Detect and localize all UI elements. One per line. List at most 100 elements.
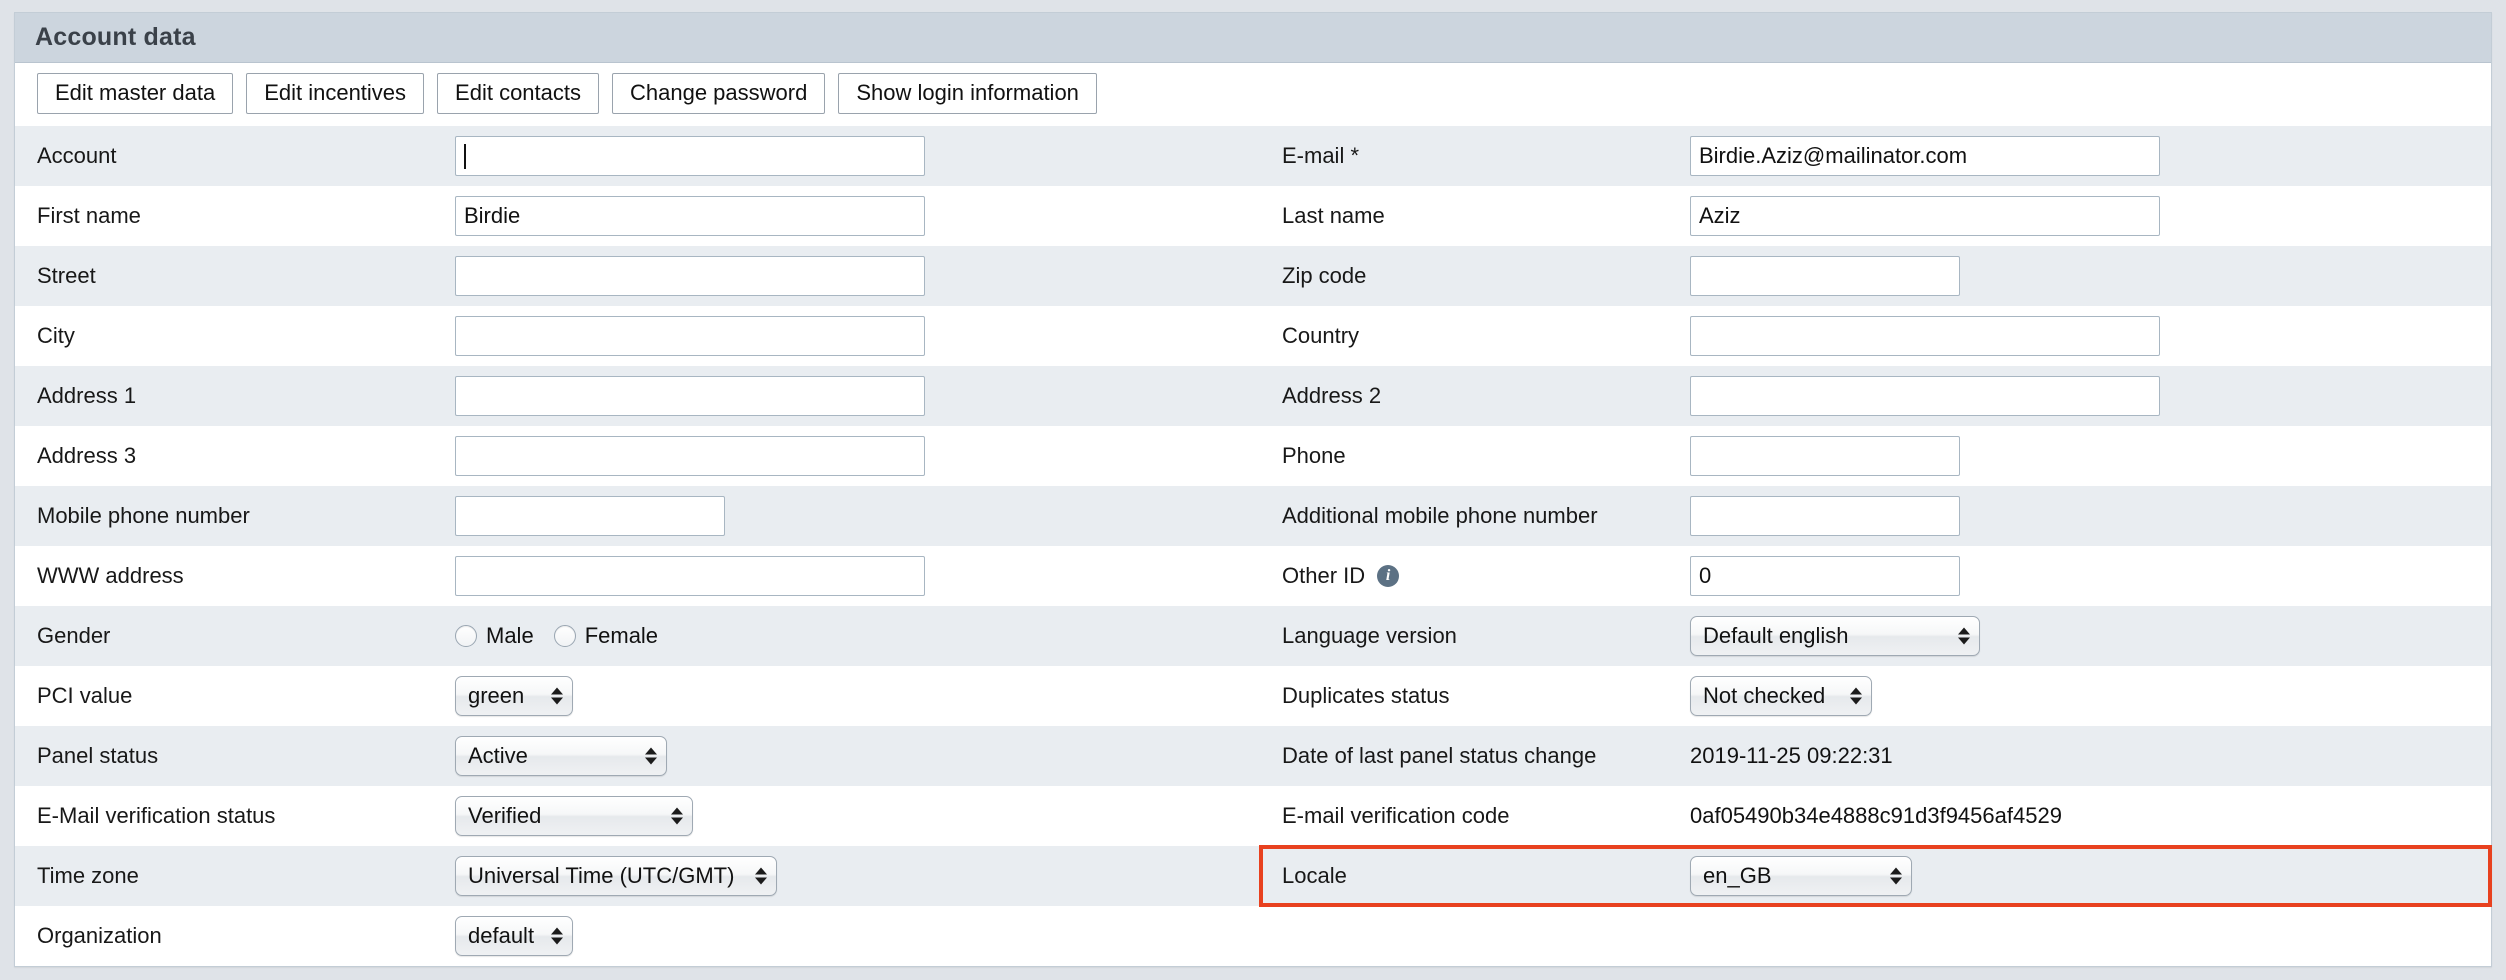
locale-select[interactable]: en_GB [1690,856,1912,897]
address-1-input[interactable] [455,376,925,417]
additional-mobile-phone-label-cell: Additional mobile phone number [1260,486,1690,546]
additional-mobile-phone-input[interactable] [1690,496,1960,537]
street-input[interactable] [455,256,925,297]
email-verification-status-select[interactable]: Verified [455,796,693,837]
email-verification-code-label-cell: E-mail verification code [1260,786,1690,846]
language-version-field-cell: Default english [1690,606,2491,666]
country-field-cell [1690,306,2491,366]
other-id-field-cell [1690,546,2491,606]
page-root: Account data Edit master data Edit incen… [0,0,2506,980]
date-last-panel-status-change-label: Date of last panel status change [1282,743,1597,769]
gender-radio-group: Male Female [455,623,658,649]
phone-label: Phone [1282,443,1346,469]
country-label-cell: Country [1260,306,1690,366]
time-zone-select[interactable]: Universal Time (UTC/GMT) [455,856,777,897]
www-address-label-cell: WWW address [15,546,455,606]
address-1-label-cell: Address 1 [15,366,455,426]
gender-option-male[interactable]: Male [455,623,534,649]
page-title: Account data [35,23,196,51]
address-2-field-cell [1690,366,2491,426]
chevron-updown-icon [551,927,563,945]
last-name-input[interactable] [1690,196,2160,237]
first-name-input[interactable] [455,196,925,237]
chevron-updown-icon [755,867,767,885]
address-2-input[interactable] [1690,376,2160,417]
panel-header: Account data [15,13,2491,63]
pci-value-field-cell: green [455,666,1260,726]
www-address-label: WWW address [37,563,184,589]
duplicates-status-label: Duplicates status [1282,683,1450,709]
other-id-label: Other ID [1282,563,1366,589]
language-version-select[interactable]: Default english [1690,616,1980,657]
zip-code-input[interactable] [1690,256,1960,297]
country-input[interactable] [1690,316,2160,357]
address-1-label: Address 1 [37,383,137,409]
form-row-email-verification: E-Mail verification status Verified E-ma… [15,786,2491,847]
other-id-label-cell: Other ID i [1260,546,1690,606]
email-verification-status-label-cell: E-Mail verification status [15,786,455,846]
account-input-wrap [455,136,925,177]
last-name-field-cell [1690,186,2491,246]
show-login-information-button[interactable]: Show login information [838,73,1097,115]
form-row-address3-phone: Address 3 Phone [15,426,2491,487]
info-icon[interactable]: i [1377,565,1400,588]
email-input[interactable] [1690,136,2160,177]
city-field-cell [455,306,1260,366]
form-row-city-country: City Country [15,306,2491,367]
last-name-label-cell: Last name [1260,186,1690,246]
city-input[interactable] [455,316,925,357]
mobile-phone-input[interactable] [455,496,725,537]
account-input[interactable] [455,136,925,177]
form-row-timezone-locale: Time zone Universal Time (UTC/GMT) Local… [15,845,2492,908]
radio-male-icon[interactable] [455,625,477,648]
locale-value: en_GB [1703,863,1772,889]
form-row-name: First name Last name [15,186,2491,247]
address-2-label: Address 2 [1282,383,1382,409]
pci-value-label-cell: PCI value [15,666,455,726]
edit-master-data-button[interactable]: Edit master data [37,73,234,115]
address-3-label: Address 3 [37,443,137,469]
gender-label: Gender [37,623,111,649]
city-label-cell: City [15,306,455,366]
phone-field-cell [1690,426,2491,486]
panel-status-field-cell: Active [455,726,1260,786]
gender-label-cell: Gender [15,606,455,666]
edit-contacts-button[interactable]: Edit contacts [437,73,599,115]
email-verification-status-value: Verified [468,803,542,829]
locale-label-cell: Locale [1260,846,1690,906]
radio-female-icon[interactable] [553,625,576,648]
zip-code-label-cell: Zip code [1260,246,1690,306]
change-password-button[interactable]: Change password [612,73,826,115]
gender-option-female[interactable]: Female [553,623,658,649]
pci-value-select[interactable]: green [455,676,573,717]
address-3-label-cell: Address 3 [15,426,455,486]
other-id-input[interactable] [1690,556,1960,597]
chevron-updown-icon [1850,687,1862,705]
www-address-input[interactable] [455,556,925,597]
street-field-cell [455,246,1260,306]
first-name-field-cell [455,186,1260,246]
address-2-label-cell: Address 2 [1260,366,1690,426]
address-3-input[interactable] [455,436,925,477]
panel-status-select[interactable]: Active [455,736,667,777]
address-1-field-cell [455,366,1260,426]
edit-incentives-button[interactable]: Edit incentives [246,73,425,115]
account-label-cell: Account [15,126,455,186]
zip-code-label: Zip code [1282,263,1367,289]
duplicates-status-select[interactable]: Not checked [1690,676,1872,717]
form-row-www-otherid: WWW address Other ID i [15,546,2491,607]
form-row-address-1-2: Address 1 Address 2 [15,366,2491,427]
chevron-updown-icon [1890,867,1902,885]
duplicates-status-label-cell: Duplicates status [1260,666,1690,726]
locale-highlight-box: Locale en_GB [1259,845,2492,908]
www-address-field-cell [455,546,1260,606]
phone-input[interactable] [1690,436,1960,477]
time-zone-label-cell: Time zone [15,846,455,906]
organization-select[interactable]: default [455,916,573,957]
chevron-updown-icon [671,807,683,825]
form-row-account: Account E-mail * [15,126,2491,187]
time-zone-value: Universal Time (UTC/GMT) [468,863,735,889]
email-verification-code-value-cell: 0af05490b34e4888c91d3f9456af4529 [1690,786,2491,846]
mobile-phone-label: Mobile phone number [37,503,250,529]
text-caret [464,144,466,170]
